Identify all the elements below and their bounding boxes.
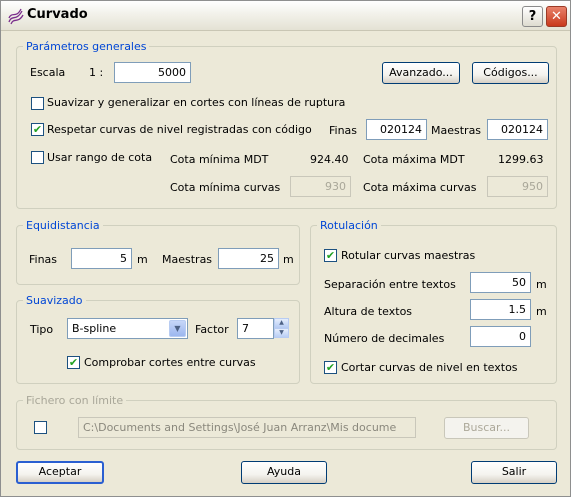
cortar-checkbox[interactable]: ✔ <box>324 361 337 374</box>
separacion-label: Separación entre textos <box>324 278 456 291</box>
factor-label: Factor <box>195 323 229 336</box>
separacion-unit: m <box>536 278 547 291</box>
equi-finas-input[interactable]: 5 <box>71 248 132 269</box>
tipo-select[interactable]: B-spline ▼ <box>67 318 188 339</box>
cota-min-curvas-label: Cota mínima curvas <box>170 181 281 194</box>
factor-spinner[interactable]: ▲ ▼ <box>274 318 290 339</box>
separacion-input[interactable]: 50 <box>470 272 531 293</box>
help-icon: ? <box>528 9 537 24</box>
escala-prefix: 1 : <box>89 66 104 79</box>
close-button[interactable]: ✕ <box>546 6 567 27</box>
decimales-input[interactable]: 0 <box>470 326 531 347</box>
rotular-checkbox[interactable]: ✔ <box>324 249 337 262</box>
dialog-window: Curvado ? ✕ Parámetros generales Escala … <box>0 0 571 497</box>
maestras-code-input[interactable]: 020124 <box>487 119 548 140</box>
respetar-checkbox[interactable]: ✔ <box>31 123 44 136</box>
altura-unit: m <box>536 305 547 318</box>
escala-label: Escala <box>30 66 66 79</box>
spin-up-icon[interactable]: ▲ <box>274 318 289 328</box>
altura-label: Altura de textos <box>324 305 413 318</box>
equi-maestras-label: Maestras <box>162 253 213 266</box>
cota-max-mdt-value: 1299.63 <box>498 153 544 166</box>
finas-code-label: Finas <box>329 124 358 137</box>
suavizado-legend: Suavizado <box>26 294 83 307</box>
escala-input[interactable]: 5000 <box>114 62 191 83</box>
rotulacion-legend: Rotulación <box>320 219 378 232</box>
help-button[interactable]: ? <box>522 6 543 27</box>
cota-max-curvas-input[interactable]: 950 <box>487 176 548 197</box>
finas-code-input[interactable]: 020124 <box>366 119 427 140</box>
equi-maestras-input[interactable]: 25 <box>218 248 279 269</box>
comprobar-checkbox[interactable]: ✔ <box>67 356 80 369</box>
title-bar[interactable]: Curvado ? ✕ <box>1 1 570 31</box>
avanzado-button[interactable]: Avanzado... <box>382 62 460 84</box>
suavizar-checkbox[interactable] <box>31 97 44 110</box>
aceptar-button[interactable]: Aceptar <box>16 461 104 484</box>
contour-lines-icon <box>8 8 24 25</box>
respetar-label: Respetar curvas de nivel registradas con… <box>47 123 312 136</box>
fichero-path-input[interactable]: C:\Documents and Settings\José Juan Arra… <box>78 417 416 438</box>
maestras-code-label: Maestras <box>431 124 482 137</box>
usar-rango-label: Usar rango de cota <box>47 151 153 164</box>
cota-max-curvas-label: Cota máxima curvas <box>363 181 477 194</box>
window-title: Curvado <box>27 7 88 22</box>
fichero-checkbox[interactable] <box>34 421 47 434</box>
suavizado-group: Suavizado <box>16 294 300 384</box>
suavizar-label: Suavizar y generalizar en cortes con lín… <box>47 96 346 109</box>
rotular-label: Rotular curvas maestras <box>341 249 476 262</box>
cota-min-mdt-label: Cota mínima MDT <box>170 153 269 166</box>
cota-min-mdt-value: 924.40 <box>310 153 349 166</box>
ayuda-button[interactable]: Ayuda <box>241 461 327 484</box>
chevron-down-icon[interactable]: ▼ <box>169 320 186 337</box>
spin-down-icon[interactable]: ▼ <box>274 328 289 338</box>
tipo-label: Tipo <box>30 323 54 336</box>
salir-button[interactable]: Salir <box>471 461 557 484</box>
altura-input[interactable]: 1.5 <box>470 299 531 320</box>
usar-rango-checkbox[interactable] <box>31 151 44 164</box>
general-parameters-legend: Parámetros generales <box>26 40 147 53</box>
equidistancia-legend: Equidistancia <box>26 219 100 232</box>
equi-finas-unit: m <box>137 253 148 266</box>
tipo-select-value: B-spline <box>72 322 117 335</box>
equi-finas-label: Finas <box>29 253 58 266</box>
close-icon: ✕ <box>551 9 562 24</box>
decimales-label: Número de decimales <box>324 332 445 345</box>
cota-max-mdt-label: Cota máxima MDT <box>363 153 465 166</box>
fichero-legend: Fichero con límite <box>26 394 124 407</box>
equi-maestras-unit: m <box>283 253 294 266</box>
cota-min-curvas-input[interactable]: 930 <box>290 176 351 197</box>
buscar-button[interactable]: Buscar... <box>444 417 529 439</box>
cortar-label: Cortar curvas de nivel en textos <box>341 361 518 374</box>
comprobar-label: Comprobar cortes entre curvas <box>84 356 256 369</box>
factor-input[interactable]: 7 <box>237 318 274 339</box>
codigos-button[interactable]: Códigos... <box>472 62 549 84</box>
